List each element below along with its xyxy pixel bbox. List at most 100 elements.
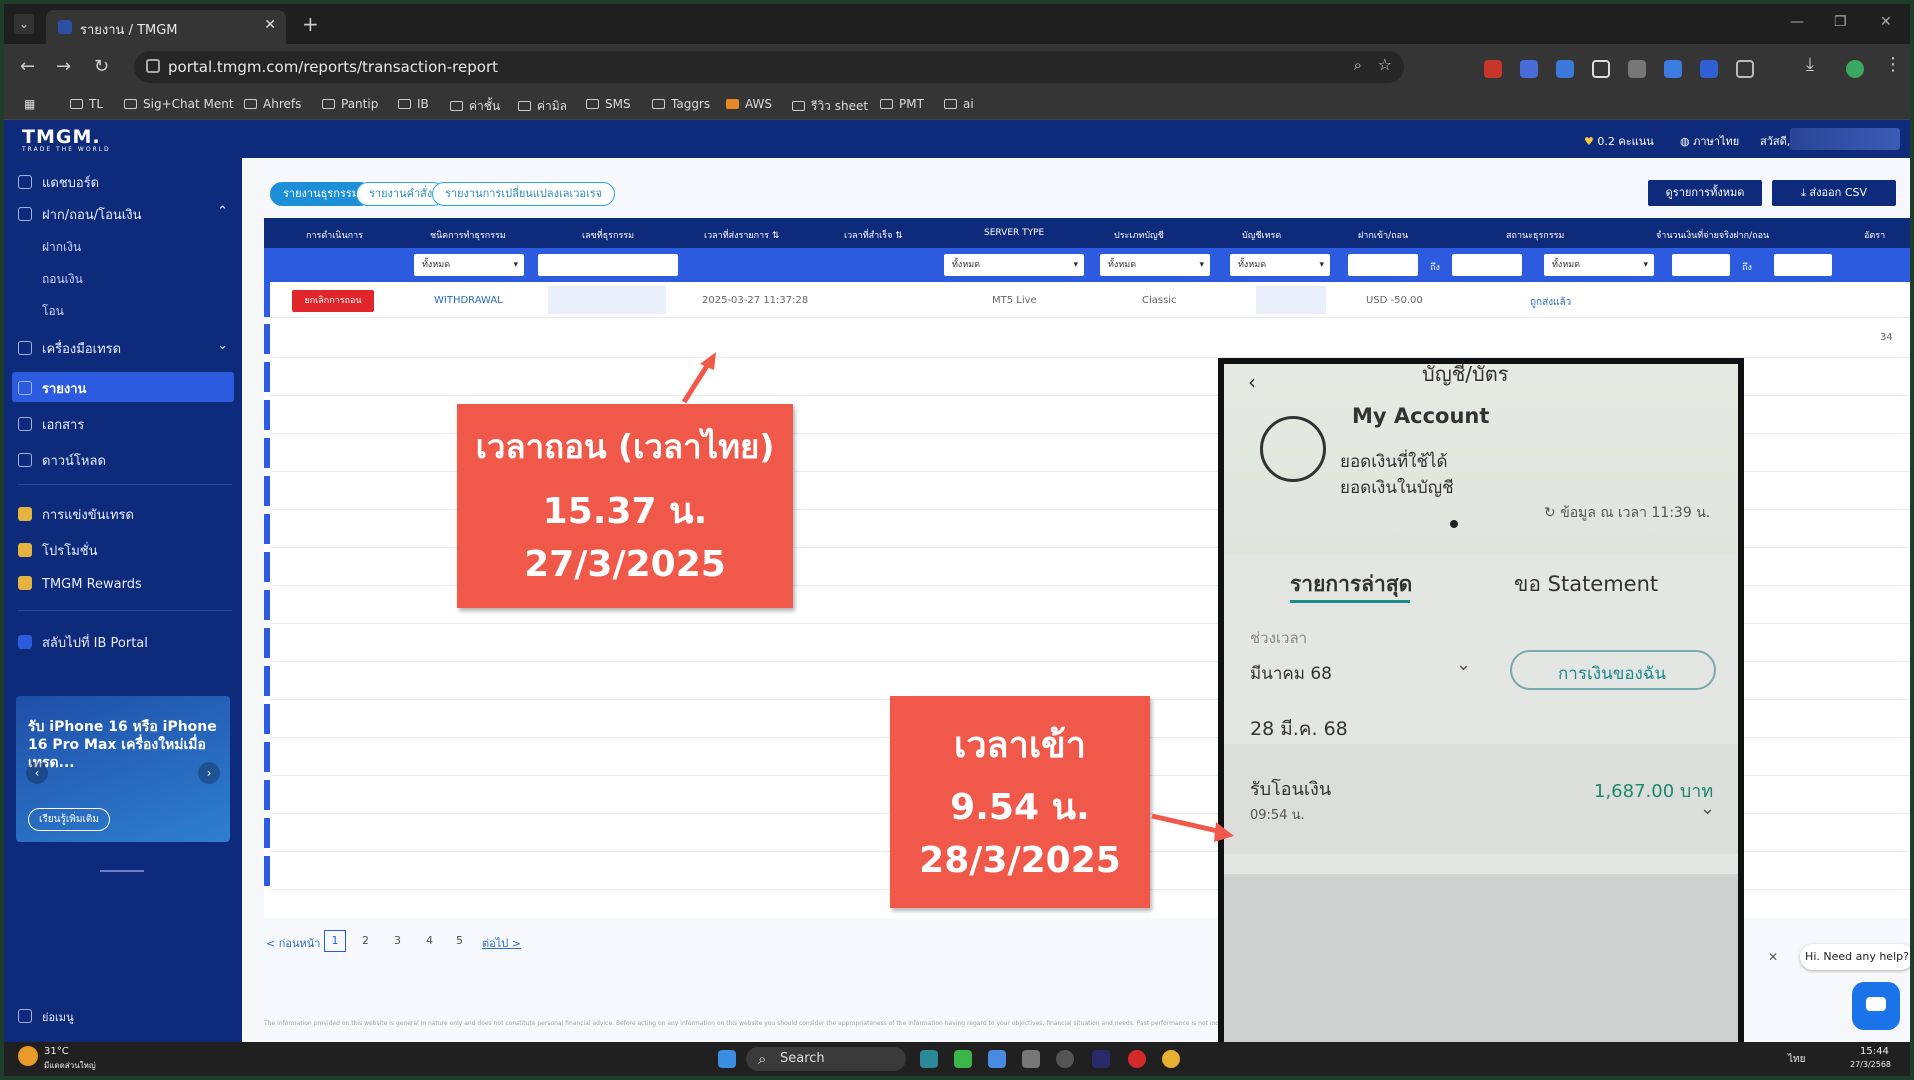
line-icon[interactable] xyxy=(954,1050,972,1068)
bookmark-sig-chat[interactable]: Sig+Chat Ment xyxy=(124,97,234,111)
tab-recent[interactable]: รายการล่าสุด xyxy=(1290,568,1412,601)
username-redacted[interactable] xyxy=(1790,128,1900,150)
bookmark-tl[interactable]: TL xyxy=(70,97,103,111)
sidebar-sub-deposit[interactable]: ฝากเงิน xyxy=(42,238,81,257)
filter-status-select[interactable]: ทั้งหมด xyxy=(1544,254,1654,276)
bookmark-sms[interactable]: SMS xyxy=(586,97,631,111)
filter-type-select[interactable]: ทั้งหมด xyxy=(414,254,524,276)
sidebar-item-ib-portal[interactable]: สลับไปที่ IB Portal xyxy=(18,632,148,653)
sidebar-item-competition[interactable]: การแข่งขันเทรด xyxy=(18,504,134,525)
bookmark-kamil[interactable]: ค่ามิล xyxy=(518,97,567,116)
extension-square-icon[interactable] xyxy=(1592,60,1610,78)
export-csv-button[interactable]: ⤓ ส่งออก CSV xyxy=(1772,180,1896,206)
extension-tag-icon[interactable] xyxy=(1700,60,1718,78)
zoom-icon[interactable]: ⌕ xyxy=(1354,56,1362,74)
back-icon[interactable]: ← xyxy=(20,56,35,77)
pager-next[interactable]: ต่อไป > xyxy=(482,934,521,952)
reload-icon[interactable]: ↻ xyxy=(94,56,109,77)
close-window-icon[interactable]: ✕ xyxy=(1880,14,1892,30)
filter-amount-to[interactable] xyxy=(1452,254,1522,276)
language-indicator[interactable]: ไทย xyxy=(1788,1052,1805,1067)
bookmark-review-sheet[interactable]: รีวิว sheet xyxy=(792,97,868,116)
points-indicator[interactable]: ♥ 0.2 คะแนน xyxy=(1584,132,1654,150)
bookmark-ahrefs[interactable]: Ahrefs xyxy=(244,97,301,111)
sidebar-item-download[interactable]: ดาวน์โหลด xyxy=(18,450,106,471)
promo-prev-icon[interactable]: ‹ xyxy=(26,762,48,784)
translate-icon[interactable] xyxy=(1556,60,1574,78)
col-submitted[interactable]: เวลาที่ส่งรายการ ⇅ xyxy=(704,228,779,242)
pager-page-5[interactable]: 5 xyxy=(456,934,463,947)
windows-start-icon[interactable] xyxy=(718,1050,736,1068)
bookmark-taggrs[interactable]: Taggrs xyxy=(652,97,710,111)
language-selector[interactable]: ◍ ภาษาไทย xyxy=(1680,132,1739,150)
filter-account-type-select[interactable]: ทั้งหมด xyxy=(1100,254,1210,276)
promo-next-icon[interactable]: › xyxy=(198,762,220,784)
filter-actual-from[interactable] xyxy=(1672,254,1730,276)
chrome-icon[interactable] xyxy=(1162,1050,1180,1068)
close-chat-icon[interactable]: ✕ xyxy=(1768,950,1778,964)
promo-banner[interactable]: รับ iPhone 16 หรือ iPhone 16 Pro Max เคร… xyxy=(16,696,230,842)
menu-dots-icon[interactable]: ⋮ xyxy=(1884,54,1902,75)
bookmark-ib[interactable]: IB xyxy=(398,97,429,111)
bookmark-pmt[interactable]: PMT xyxy=(880,97,924,111)
forward-icon[interactable]: → xyxy=(56,56,71,77)
show-all-columns-button[interactable]: ดูรายการทั้งหมด xyxy=(1648,180,1762,206)
sidebar-item-dashboard[interactable]: แดชบอร์ด xyxy=(18,172,99,193)
filter-amount-from[interactable] xyxy=(1348,254,1418,276)
new-tab-icon[interactable]: + xyxy=(302,12,319,36)
sidebar-collapse[interactable]: ย่อเมนู xyxy=(18,1008,74,1026)
pager-page-1[interactable]: 1 xyxy=(324,930,346,952)
bookmark-ai[interactable]: ai xyxy=(944,97,974,111)
weather-icon[interactable] xyxy=(18,1046,38,1066)
promo-learn-more-button[interactable]: เรียนรู้เพิ่มเติม xyxy=(28,808,110,831)
clock-time[interactable]: 15:44 xyxy=(1860,1046,1889,1057)
site-info-icon[interactable] xyxy=(146,59,160,73)
sidebar-item-funds[interactable]: ฝาก/ถอน/โอนเงิน ⌃ xyxy=(18,204,228,225)
chat-button[interactable] xyxy=(1852,982,1900,1030)
bookmark-pantip[interactable]: Pantip xyxy=(322,97,378,111)
calculator-icon[interactable] xyxy=(1022,1050,1040,1068)
sidebar-sub-withdraw[interactable]: ถอนเงิน xyxy=(42,270,83,289)
profile-avatar[interactable] xyxy=(1846,60,1864,78)
taskbar-search[interactable]: Search xyxy=(746,1047,906,1071)
app-icon[interactable] xyxy=(988,1050,1006,1068)
app-icon[interactable] xyxy=(920,1050,938,1068)
premiere-icon[interactable] xyxy=(1092,1050,1110,1068)
extension-search-icon[interactable] xyxy=(1520,60,1538,78)
sidebar-item-reports[interactable]: รายงาน xyxy=(18,378,86,399)
bookmark-aws[interactable]: AWS xyxy=(726,97,772,111)
pager-page-2[interactable]: 2 xyxy=(362,934,369,947)
restore-icon[interactable]: ❐ xyxy=(1834,14,1847,30)
close-tab-icon[interactable]: ✕ xyxy=(264,17,276,33)
sidebar-item-promotions[interactable]: โปรโมชั่น xyxy=(18,540,97,561)
chat-greeting[interactable]: Hi. Need any help? xyxy=(1800,944,1910,970)
pager-prev[interactable]: < ก่อนหน้า xyxy=(266,934,320,952)
period-value[interactable]: มีนาคม 68 xyxy=(1250,660,1332,687)
filter-server-select[interactable]: ทั้งหมด xyxy=(944,254,1084,276)
filter-txid-input[interactable] xyxy=(538,254,678,276)
extension-red-icon[interactable] xyxy=(1484,60,1502,78)
col-completed[interactable]: เวลาที่สำเร็จ ⇅ xyxy=(844,228,903,242)
apps-grid-icon[interactable]: ▦ xyxy=(24,97,35,111)
extension-triangle-icon[interactable] xyxy=(1628,60,1646,78)
browser-tab[interactable]: รายงาน / TMGM ✕ xyxy=(46,10,286,44)
my-finance-button[interactable]: การเงินของฉัน xyxy=(1510,650,1716,690)
tab-search-icon[interactable]: ⌄ xyxy=(14,14,34,34)
tab-leverage[interactable]: รายงานการเปลี่ยนแปลงเลเวอเรจ xyxy=(432,182,616,206)
extensions-puzzle-icon[interactable] xyxy=(1736,60,1754,78)
filter-account-select[interactable]: ทั้งหมด xyxy=(1230,254,1330,276)
bookmark-kachan[interactable]: ค่าชั้น xyxy=(450,97,500,116)
minimize-icon[interactable]: — xyxy=(1790,14,1804,30)
tmgm-logo[interactable]: TMGM. TRADE THE WORLD xyxy=(22,126,111,153)
cancel-withdrawal-button[interactable]: ยกเลิกการถอน xyxy=(292,290,374,312)
app-icon[interactable] xyxy=(1128,1050,1146,1068)
sidebar-sub-transfer[interactable]: โอน xyxy=(42,302,64,321)
sidebar-item-rewards[interactable]: TMGM Rewards xyxy=(18,576,142,592)
sidebar-item-trading-tools[interactable]: เครื่องมือเทรด ⌄ xyxy=(18,338,228,359)
bookmark-star-icon[interactable]: ☆ xyxy=(1378,55,1392,74)
app-icon[interactable] xyxy=(1056,1050,1074,1068)
address-bar[interactable]: portal.tmgm.com/reports/transaction-repo… xyxy=(134,51,1404,83)
download-icon[interactable]: ⤓ xyxy=(1806,54,1814,75)
extension-badge-icon[interactable] xyxy=(1664,60,1682,78)
filter-actual-to[interactable] xyxy=(1774,254,1832,276)
